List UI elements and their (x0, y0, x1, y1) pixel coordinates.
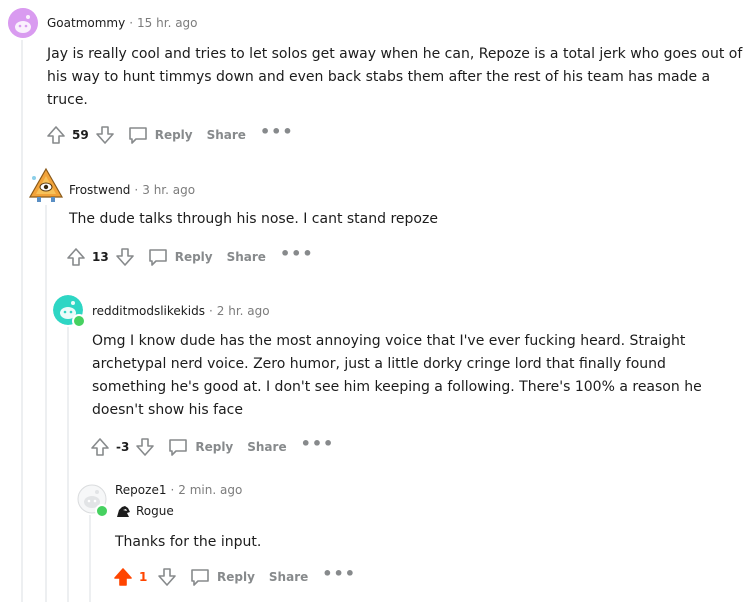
share-label: Share (247, 440, 287, 454)
online-status-indicator (95, 504, 109, 518)
comment-actions: 1 Reply Share ••• (111, 565, 356, 589)
downvote-arrow-icon (95, 126, 114, 144)
share-label: Share (206, 128, 246, 142)
thread-line-level-3[interactable] (67, 327, 69, 602)
username[interactable]: Goatmommy (47, 16, 125, 30)
meta-separator: · (170, 483, 175, 497)
share-button[interactable]: Share (269, 570, 308, 584)
timestamp[interactable]: 3 hr. ago (142, 183, 195, 197)
upvote-button[interactable] (64, 245, 88, 269)
downvote-arrow-icon (158, 568, 176, 586)
upvote-button-active[interactable] (111, 565, 135, 589)
more-options-icon[interactable]: ••• (260, 124, 294, 143)
comment-meta: Frostwend · 3 hr. ago (69, 182, 195, 198)
downvote-arrow-icon (115, 248, 134, 266)
comment-body: Thanks for the input. (115, 534, 262, 550)
more-options-icon[interactable]: ••• (301, 436, 335, 455)
vote-score: 1 (139, 570, 148, 584)
share-button[interactable]: Share (247, 440, 286, 454)
snoo-avatar-icon (8, 8, 38, 38)
upvote-button[interactable] (44, 123, 68, 147)
username[interactable]: redditmodslikekids (92, 304, 205, 318)
comment-body: Omg I know dude has the most annoying vo… (92, 333, 702, 418)
reply-button[interactable]: Reply (147, 247, 213, 267)
reply-label: Reply (154, 128, 193, 142)
timestamp[interactable]: 15 hr. ago (137, 16, 197, 30)
comment-meta: Goatmommy · 15 hr. ago (47, 15, 198, 31)
reply-button[interactable]: Reply (127, 125, 193, 145)
comment-body: The dude talks through his nose. I cant … (69, 211, 438, 227)
comment-meta: Repoze1 · 2 min. ago (115, 482, 242, 498)
user-avatar[interactable] (8, 8, 38, 38)
username[interactable]: Frostwend (69, 183, 130, 197)
user-avatar[interactable] (28, 166, 64, 204)
downvote-button[interactable] (133, 435, 157, 459)
meta-separator: · (208, 304, 213, 318)
illuminati-avatar-icon (28, 167, 64, 202)
username[interactable]: Repoze1 (115, 483, 166, 497)
vote-score: 59 (72, 128, 89, 142)
meta-separator: · (134, 183, 139, 197)
comment-actions: -3 Reply Share ••• (88, 435, 334, 459)
downvote-button[interactable] (93, 123, 117, 147)
reply-label: Reply (217, 570, 255, 584)
reply-button[interactable]: Reply (167, 437, 233, 457)
timestamp[interactable]: 2 min. ago (178, 483, 242, 497)
reply-label: Reply (195, 440, 234, 454)
meta-separator: · (129, 16, 134, 30)
reply-button[interactable]: Reply (189, 567, 255, 587)
more-options-icon[interactable]: ••• (280, 246, 314, 265)
comment-actions: 59 Reply Share ••• (44, 123, 294, 147)
comment-bubble-icon (148, 249, 167, 266)
flair-label: Rogue (136, 504, 174, 518)
comment-actions: 13 Reply Share ••• (64, 245, 314, 269)
rogue-flair-icon (117, 506, 130, 517)
vote-score: 13 (92, 250, 109, 264)
thread-line-level-1[interactable] (21, 40, 23, 602)
downvote-button[interactable] (155, 565, 179, 589)
downvote-arrow-icon (136, 438, 155, 456)
comment-meta: redditmodslikekids · 2 hr. ago (92, 303, 270, 319)
thread-line-level-4[interactable] (89, 515, 91, 602)
upvote-arrow-filled-icon (114, 568, 132, 586)
upvote-arrow-icon (47, 126, 65, 144)
online-status-indicator (72, 314, 86, 328)
comment-bubble-icon (191, 569, 209, 586)
more-options-icon[interactable]: ••• (322, 566, 356, 585)
timestamp[interactable]: 2 hr. ago (217, 304, 270, 318)
comment-bubble-icon (169, 439, 188, 456)
upvote-arrow-icon (91, 438, 109, 456)
thread-line-level-2[interactable] (45, 205, 47, 602)
reply-label: Reply (174, 250, 213, 264)
share-label: Share (226, 250, 266, 264)
user-flair: Rogue (115, 503, 174, 519)
upvote-button[interactable] (88, 435, 112, 459)
vote-score: -3 (116, 440, 130, 454)
upvote-arrow-icon (67, 248, 85, 266)
share-label: Share (268, 570, 309, 584)
downvote-button[interactable] (113, 245, 137, 269)
share-button[interactable]: Share (207, 128, 246, 142)
comment-body: Jay is really cool and tries to let solo… (47, 46, 743, 108)
share-button[interactable]: Share (227, 250, 266, 264)
comment-bubble-icon (128, 127, 147, 144)
